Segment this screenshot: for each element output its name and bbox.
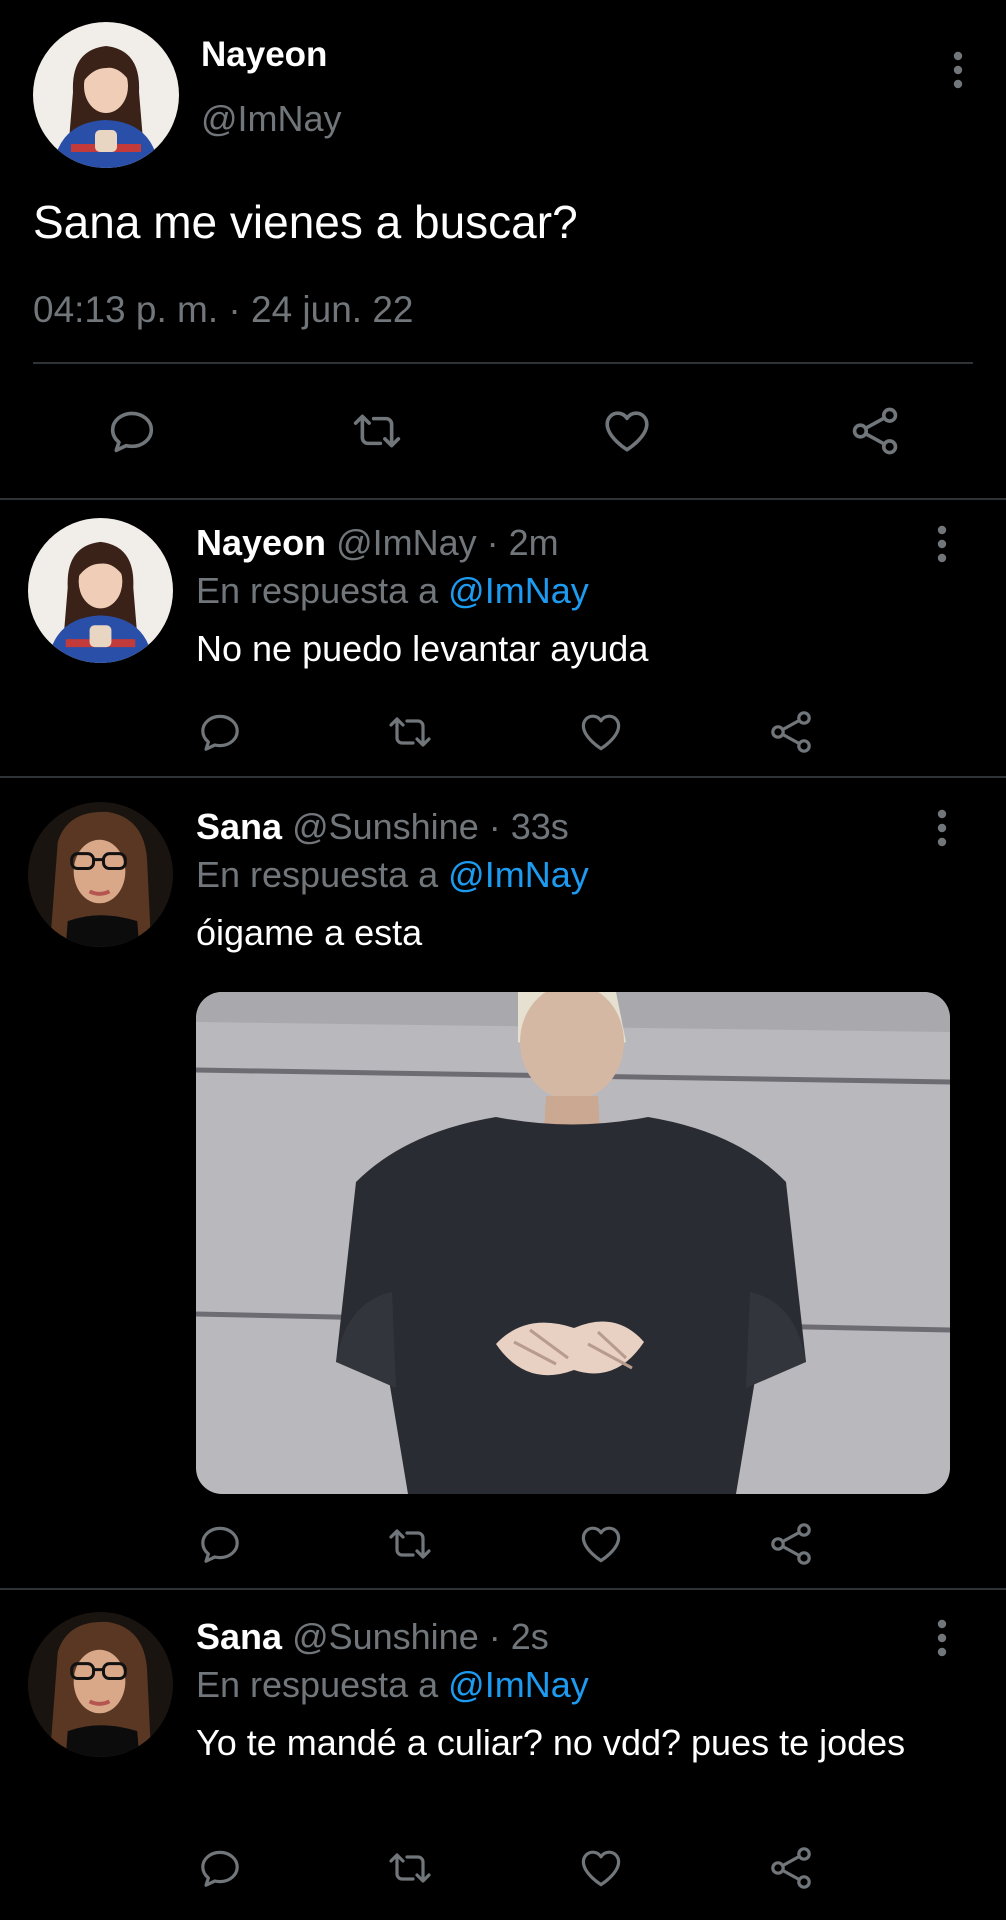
username-time[interactable]: @Sunshine · 33s <box>292 806 569 847</box>
share-icon[interactable] <box>767 1844 815 1892</box>
reply-header: Sana @Sunshine · 2s <box>196 1616 549 1658</box>
photo-icon <box>196 992 950 1494</box>
mention-link[interactable]: @ImNay <box>448 1664 589 1705</box>
reply-header: Nayeon @ImNay · 2m <box>196 522 559 564</box>
in-reply-label: En respuesta a <box>196 570 439 611</box>
reply-icon[interactable] <box>196 708 244 756</box>
more-options-icon[interactable] <box>928 50 964 90</box>
tweet-media-photo[interactable] <box>196 992 950 1494</box>
in-reply-to: En respuesta a @ImNay <box>196 570 589 612</box>
more-options-icon[interactable] <box>912 808 948 848</box>
like-icon[interactable] <box>598 404 656 458</box>
like-icon[interactable] <box>577 1520 625 1568</box>
reply-header: Sana @Sunshine · 33s <box>196 806 569 848</box>
display-name[interactable]: Nayeon <box>201 35 327 75</box>
avatar[interactable] <box>28 1612 173 1757</box>
like-icon[interactable] <box>577 708 625 756</box>
share-icon[interactable] <box>767 708 815 756</box>
main-tweet: Nayeon @ImNay Sana me vienes a buscar? 0… <box>0 0 1006 500</box>
tweet-text: Sana me vienes a buscar? <box>33 196 578 248</box>
in-reply-to: En respuesta a @ImNay <box>196 1664 589 1706</box>
reply-tweet[interactable]: Sana @Sunshine · 33s En respuesta a @ImN… <box>0 778 1006 1590</box>
more-options-icon[interactable] <box>912 524 948 564</box>
mention-link[interactable]: @ImNay <box>448 854 589 895</box>
more-options-icon[interactable] <box>912 1618 948 1658</box>
username[interactable]: @ImNay <box>201 98 342 140</box>
display-name[interactable]: Sana <box>196 806 282 847</box>
profile-photo-icon <box>28 802 173 947</box>
display-name[interactable]: Sana <box>196 1616 282 1657</box>
profile-photo-icon <box>33 22 179 168</box>
retweet-icon[interactable] <box>386 1844 434 1892</box>
share-icon[interactable] <box>767 1520 815 1568</box>
reply-tweet[interactable]: Sana @Sunshine · 2s En respuesta a @ImNa… <box>0 1590 1006 1920</box>
reply-icon[interactable] <box>103 404 161 458</box>
tweet-text: Yo te mandé a culiar? no vdd? pues te jo… <box>196 1722 906 1763</box>
in-reply-to: En respuesta a @ImNay <box>196 854 589 896</box>
reply-icon[interactable] <box>196 1520 244 1568</box>
username-time[interactable]: @Sunshine · 2s <box>292 1616 549 1657</box>
retweet-icon[interactable] <box>386 1520 434 1568</box>
tweet-thread: Nayeon @ImNay Sana me vienes a buscar? 0… <box>0 0 1006 1920</box>
like-icon[interactable] <box>577 1844 625 1892</box>
retweet-icon[interactable] <box>386 708 434 756</box>
profile-photo-icon <box>28 518 173 663</box>
mention-link[interactable]: @ImNay <box>448 570 589 611</box>
display-name[interactable]: Nayeon <box>196 522 326 563</box>
tweet-text: óigame a esta <box>196 912 423 953</box>
in-reply-label: En respuesta a <box>196 854 439 895</box>
tweet-timestamp[interactable]: 04:13 p. m. · 24 jun. 22 <box>33 289 414 331</box>
in-reply-label: En respuesta a <box>196 1664 439 1705</box>
reply-icon[interactable] <box>196 1844 244 1892</box>
profile-photo-icon <box>28 1612 173 1757</box>
reply-tweet[interactable]: Nayeon @ImNay · 2m En respuesta a @ImNay… <box>0 500 1006 778</box>
avatar[interactable] <box>28 518 173 663</box>
share-icon[interactable] <box>846 404 904 458</box>
tweet-text: No ne puedo levantar ayuda <box>196 628 649 669</box>
retweet-icon[interactable] <box>348 404 406 458</box>
avatar[interactable] <box>28 802 173 947</box>
username-time[interactable]: @ImNay · 2m <box>336 522 559 563</box>
divider <box>33 362 973 364</box>
avatar[interactable] <box>33 22 179 168</box>
